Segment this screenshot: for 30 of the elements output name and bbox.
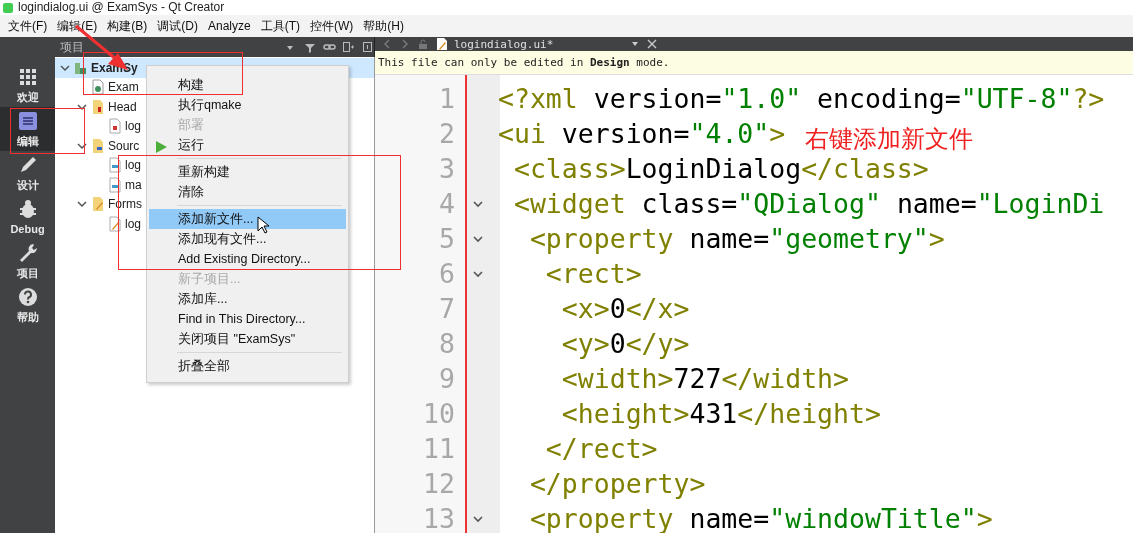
- code-line: <height>431</height>: [560, 398, 881, 429]
- line-number: 11: [422, 433, 456, 464]
- line-number: 13: [422, 503, 456, 533]
- code-line: <x>0</x>: [560, 293, 690, 324]
- line-number: 12: [422, 468, 456, 499]
- code-line: <property name="windowTitle">: [528, 503, 993, 533]
- code-line: </rect>: [544, 433, 658, 464]
- line-number: 1: [438, 83, 456, 114]
- info-bar: This file can only be edited in Design mode.: [375, 51, 1133, 75]
- code-line: <property name="geometry">: [528, 223, 945, 254]
- line-number: 10: [422, 398, 456, 429]
- line-number: 5: [438, 223, 456, 254]
- line-number: 6: [438, 258, 456, 289]
- line-number: 3: [438, 153, 456, 184]
- line-number: 7: [438, 293, 456, 324]
- code-line: <widget class="QDialog" name="LoginDi: [512, 188, 1105, 219]
- panel-title: 项目: [60, 38, 85, 56]
- code-line: <class>LoginDialog</class>: [512, 153, 929, 184]
- line-number: 2: [438, 118, 456, 149]
- line-number: 8: [438, 328, 456, 359]
- code-line: <y>0</y>: [560, 328, 690, 359]
- line-number: 4: [438, 188, 456, 219]
- window-title: logindialog.ui @ ExamSys - Qt Creator: [18, 0, 225, 15]
- code-line: <ui version="4.0">: [497, 118, 786, 149]
- code-line: <rect>: [544, 258, 642, 289]
- code-line: <?xml version="1.0" encoding="UTF-8"?>: [497, 83, 1105, 114]
- code-line: <width>727</width>: [560, 363, 849, 394]
- line-number: 9: [438, 363, 456, 394]
- code-line: </property>: [528, 468, 706, 499]
- annotation-note: 右键添加新文件: [805, 124, 973, 154]
